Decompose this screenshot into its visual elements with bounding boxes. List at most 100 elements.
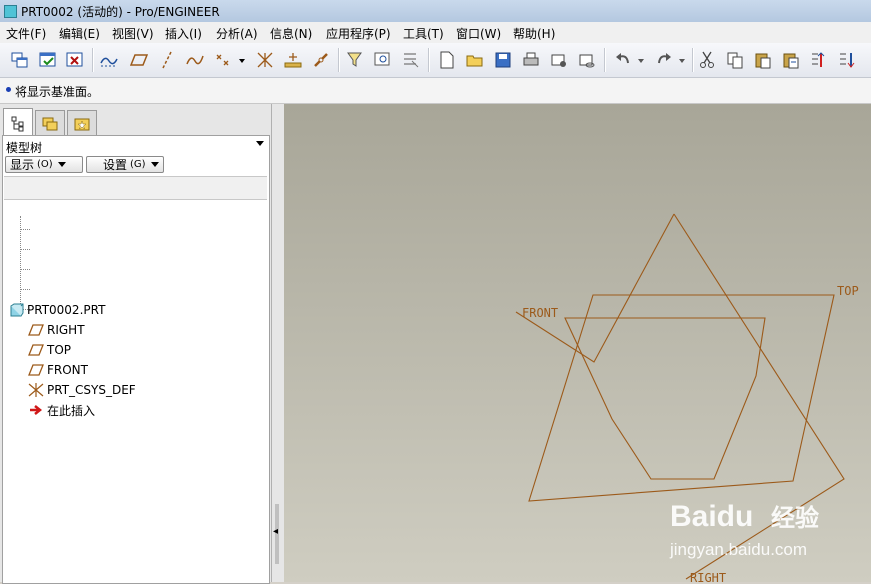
watermark-url: jingyan.baidu.com	[669, 540, 807, 559]
menu-edit[interactable]: 编辑(E)	[59, 25, 100, 42]
chevron-down-icon[interactable]	[236, 49, 248, 71]
undo-icon[interactable]	[612, 49, 634, 71]
send-mail-attach-icon[interactable]	[576, 49, 598, 71]
tree-item-csys[interactable]: PRT_CSYS_DEF	[28, 381, 136, 399]
collapse-chevron-icon[interactable]: ◂	[273, 526, 278, 537]
new-window-icon[interactable]	[9, 49, 31, 71]
datum-plane-display-icon[interactable]	[128, 49, 150, 71]
tree-item-right[interactable]: RIGHT	[28, 321, 85, 339]
folder-browser-tab[interactable]	[35, 110, 65, 137]
paste-special-icon[interactable]	[780, 49, 802, 71]
tree-item-label: PRT_CSYS_DEF	[47, 383, 136, 397]
link-icon[interactable]	[310, 49, 332, 71]
toolbar-separator	[338, 48, 340, 72]
tree-connector	[20, 289, 30, 290]
menu-insert[interactable]: 插入(I)	[165, 25, 202, 42]
pane-menu-chevron-icon[interactable]	[256, 141, 264, 146]
message-text: 将显示基准面。	[15, 85, 100, 99]
regen-manager-icon[interactable]	[836, 49, 858, 71]
menu-view[interactable]: 视图(V)	[112, 25, 154, 42]
show-button[interactable]: 显示 (O)	[5, 156, 83, 173]
spin-center-icon[interactable]	[282, 49, 304, 71]
datum-plane-icon	[28, 344, 44, 356]
copy-icon[interactable]	[724, 49, 746, 71]
tree-item-label: 在此插入	[47, 403, 96, 418]
toolbar	[0, 43, 871, 78]
message-bullet-icon	[6, 87, 11, 92]
tree-connector	[20, 229, 30, 230]
regenerate-icon[interactable]	[808, 49, 830, 71]
tree-item-label: TOP	[47, 343, 72, 357]
menu-help[interactable]: 帮助(H)	[513, 25, 555, 42]
settings-button-label: 设置	[103, 158, 128, 172]
coordinate-system-icon[interactable]	[254, 49, 276, 71]
window-title: PRT0002 (活动的) - Pro/ENGINEER	[21, 5, 220, 19]
app-cube-icon	[4, 5, 17, 18]
front-plane-label: FRONT	[522, 306, 558, 320]
close-window-icon[interactable]	[64, 49, 86, 71]
menu-file[interactable]: 文件(F)	[6, 25, 46, 42]
insert-here-arrow-icon	[30, 405, 43, 415]
cut-icon[interactable]	[696, 49, 718, 71]
repaint-icon[interactable]	[372, 49, 394, 71]
tree-item-insert-here[interactable]: 在此插入	[28, 401, 95, 419]
toolbar-separator	[428, 48, 430, 72]
folder-stack-icon	[42, 117, 58, 131]
datum-plane-icon	[28, 324, 44, 336]
open-file-icon[interactable]	[464, 49, 486, 71]
tree-item-top[interactable]: TOP	[28, 341, 71, 359]
tree-connector	[20, 249, 30, 250]
show-button-label: 显示	[10, 158, 35, 172]
save-icon[interactable]	[492, 49, 514, 71]
datum-point-icon[interactable]	[212, 49, 234, 71]
tree-item-label: FRONT	[47, 363, 88, 377]
menu-bar: 文件(F) 编辑(E) 视图(V) 插入(I) 分析(A) 信息(N) 应用程序…	[0, 22, 871, 44]
menu-applications[interactable]: 应用程序(P)	[326, 25, 391, 42]
send-mail-icon[interactable]	[548, 49, 570, 71]
toolbar-separator	[92, 48, 94, 72]
menu-tools[interactable]: 工具(T)	[403, 25, 444, 42]
menu-info[interactable]: 信息(N)	[270, 25, 312, 42]
settings-button[interactable]: 设置 (G)	[86, 156, 164, 173]
menu-analysis[interactable]: 分析(A)	[216, 25, 258, 42]
datum-axis-display-icon[interactable]	[156, 49, 178, 71]
activate-window-icon[interactable]	[37, 49, 59, 71]
tree-item-label: RIGHT	[47, 323, 85, 337]
chevron-down-icon[interactable]	[676, 49, 688, 71]
settings-button-hotkey: (G)	[130, 159, 146, 170]
tree-item-part[interactable]: PRT0002.PRT	[8, 301, 105, 319]
tree-filter-field[interactable]	[4, 176, 267, 200]
menu-window[interactable]: 窗口(W)	[456, 25, 501, 42]
model-tree-pane: 模型树 显示 (O) 设置 (G) PRT0002.PRT RIGHT TOP …	[2, 135, 270, 584]
right-plane-label: RIGHT	[690, 571, 726, 582]
redo-icon[interactable]	[653, 49, 675, 71]
favorites-folder-icon	[74, 118, 90, 131]
chevron-down-icon	[57, 162, 66, 167]
top-plane-label: TOP	[837, 284, 859, 298]
saved-view-icon[interactable]	[400, 49, 422, 71]
model-tree-icon	[11, 116, 24, 131]
watermark-brand: Baidu	[670, 500, 753, 533]
model-tree-tab[interactable]	[3, 108, 33, 138]
select-filter-icon[interactable]	[344, 49, 366, 71]
datum-curve-display-icon[interactable]	[98, 49, 120, 71]
paste-icon[interactable]	[752, 49, 774, 71]
watermark-brand-cn: 经验	[771, 504, 819, 532]
front-plane-outline[interactable]	[564, 317, 766, 480]
message-area: 将显示基准面。	[0, 78, 871, 104]
chevron-down-icon	[150, 162, 159, 167]
tree-item-label: PRT0002.PRT	[27, 303, 106, 317]
chevron-down-icon[interactable]	[635, 49, 647, 71]
favorites-tab[interactable]	[67, 110, 97, 137]
title-bar: PRT0002 (活动的) - Pro/ENGINEER	[0, 0, 871, 23]
panel-splitter[interactable]: ◂	[271, 104, 284, 582]
part-icon	[10, 303, 24, 317]
sketched-curve-icon[interactable]	[184, 49, 206, 71]
model-tree-header: 模型树	[6, 141, 43, 155]
print-icon[interactable]	[520, 49, 542, 71]
tree-item-front[interactable]: FRONT	[28, 361, 88, 379]
toolbar-separator	[604, 48, 606, 72]
datum-plane-icon	[28, 364, 44, 376]
top-plane-outline[interactable]	[528, 294, 835, 502]
new-file-icon[interactable]	[436, 49, 458, 71]
